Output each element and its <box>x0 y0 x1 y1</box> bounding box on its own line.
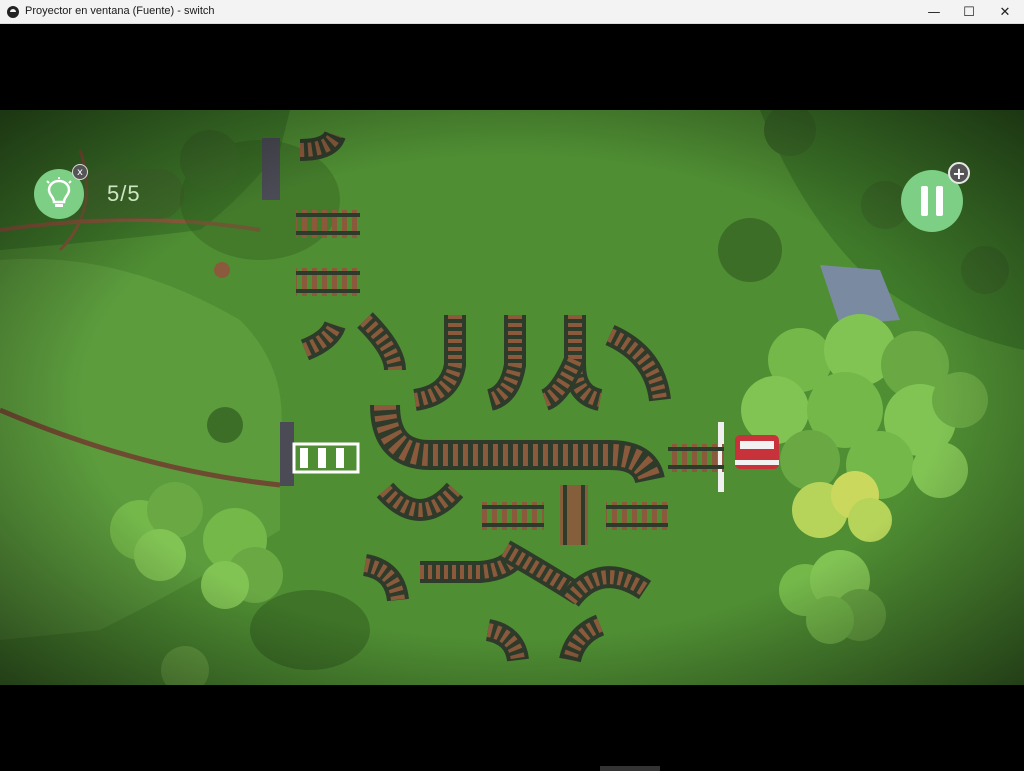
window-titlebar: Proyector en ventana (Fuente) - switch —… <box>0 0 1024 24</box>
maximize-button[interactable]: ☐ <box>951 0 987 24</box>
minimize-button[interactable]: — <box>916 0 952 24</box>
hint-count: 5/5 <box>107 181 141 206</box>
window-title: Proyector en ventana (Fuente) - switch <box>25 5 215 17</box>
close-button[interactable]: ✕ <box>987 0 1023 24</box>
pause-icon-bar <box>936 186 943 216</box>
app-icon <box>7 6 19 18</box>
lightbulb-icon <box>46 177 72 207</box>
taskbar-edge <box>600 766 660 771</box>
hint-close-button[interactable]: x <box>72 164 88 180</box>
pause-icon <box>921 186 928 216</box>
add-button[interactable]: + <box>948 162 970 184</box>
